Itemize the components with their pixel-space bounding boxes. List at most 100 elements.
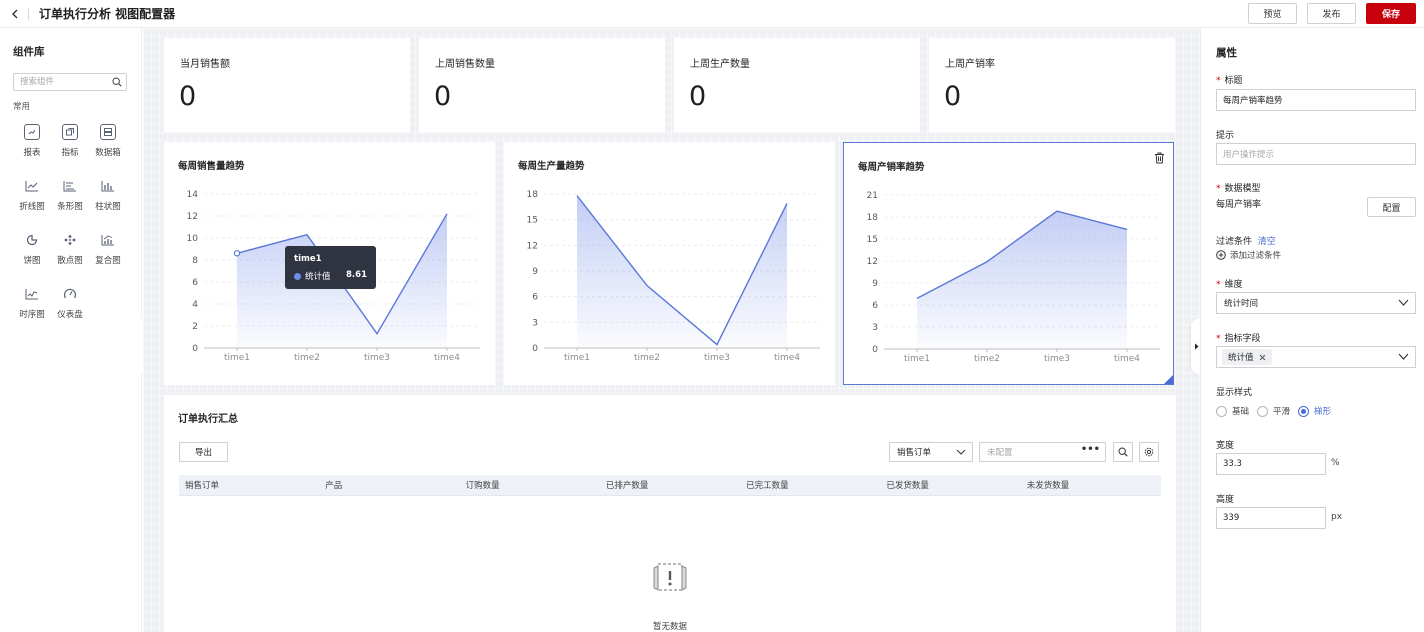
table-settings-button[interactable] <box>1139 442 1159 462</box>
component-hbar-chart[interactable]: 条形图 <box>51 172 89 218</box>
caret-right-icon <box>1194 343 1198 349</box>
radio-label: 基础 <box>1232 407 1250 417</box>
component-gauge[interactable]: 仪表盘 <box>51 280 89 326</box>
radio-circle <box>1216 405 1227 417</box>
production-trend-chart: 0 3 6 9 12 15 18 time1 time2 time3 time4 <box>527 190 820 363</box>
config-placeholder: 未配置 <box>987 448 1013 458</box>
kpi-card[interactable]: 上周生产数量 0 <box>674 38 920 132</box>
chart-card-production[interactable]: 每周生产量趋势 0 3 6 9 12 15 18 time1 time2 time3 time4 <box>504 142 835 385</box>
component-search-input[interactable] <box>14 74 109 90</box>
component-label: 柱状图 <box>95 202 121 212</box>
sidebar-title: 组件库 <box>13 46 45 58</box>
x-tick-label: time1 <box>564 353 590 363</box>
export-button[interactable]: 导出 <box>179 442 228 462</box>
resize-handle[interactable] <box>1164 375 1173 384</box>
kpi-value: 0 <box>434 81 452 112</box>
component-indicator[interactable]: 指标 <box>51 118 89 164</box>
timeseries-chart-icon <box>24 286 40 302</box>
style-basic-radio[interactable]: 基础 <box>1216 405 1249 417</box>
preview-button[interactable]: 预览 <box>1248 3 1297 24</box>
order-summary-table-card[interactable]: 订单执行汇总 导出 销售订单 未配置 ••• 销售订单 产品 订购数量 已排产数… <box>164 395 1176 632</box>
metric-select[interactable]: 统计值 <box>1216 346 1416 368</box>
style-trapezoid-radio[interactable]: 梯形 <box>1298 405 1331 417</box>
dimension-select[interactable]: 统计时间 <box>1216 292 1416 314</box>
height-input[interactable]: 339 <box>1216 507 1326 529</box>
trash-icon[interactable] <box>1154 152 1165 167</box>
component-label: 仪表盘 <box>57 310 83 320</box>
search-icon[interactable] <box>112 77 122 90</box>
combo-chart-icon <box>100 232 116 248</box>
kpi-card[interactable]: 上周销售数量 0 <box>419 38 665 132</box>
component-search <box>13 73 127 91</box>
back-icon[interactable] <box>8 7 22 21</box>
component-label: 时序图 <box>19 310 45 320</box>
filter-label-text: 过滤条件 <box>1216 237 1253 247</box>
component-bar-chart[interactable]: 柱状图 <box>89 172 127 218</box>
section-common: 常用 <box>13 102 31 112</box>
page-title: 订单执行分析 视图配置器 <box>39 7 176 21</box>
kpi-card[interactable]: 上周产销率 0 <box>929 38 1175 132</box>
component-label: 报表 <box>23 148 41 158</box>
y-tick-label: 9 <box>532 267 538 277</box>
table-search-button[interactable] <box>1113 442 1133 462</box>
y-tick-label: 18 <box>527 190 539 200</box>
component-label: 数据箱 <box>95 148 121 158</box>
tooltip-value: 8.61 <box>346 270 367 280</box>
metric-tag: 统计值 <box>1222 349 1272 365</box>
style-smooth-radio[interactable]: 平滑 <box>1257 405 1290 417</box>
header-actions: 预览 发布 保存 <box>1248 3 1416 24</box>
indicator-icon <box>62 124 78 140</box>
y-tick-label: 2 <box>192 322 198 332</box>
order-type-select[interactable]: 销售订单 <box>889 442 973 462</box>
close-icon[interactable] <box>1259 354 1266 361</box>
x-tick-label: time3 <box>1044 354 1070 364</box>
component-report[interactable]: 报表 <box>13 118 51 164</box>
table-column-header: 已完工数量 <box>746 481 789 491</box>
title-field-label: * 标题 <box>1216 73 1243 86</box>
hint-input[interactable]: 用户操作提示 <box>1216 143 1416 165</box>
y-tick-label: 3 <box>872 323 878 333</box>
x-tick-label: time4 <box>1114 354 1140 364</box>
kpi-card[interactable]: 当月销售额 0 <box>164 38 410 132</box>
config-button[interactable]: 配置 <box>1367 197 1416 217</box>
kpi-label: 上周销售数量 <box>435 59 495 70</box>
tooltip-label: 统计值 <box>305 272 331 282</box>
publish-button[interactable]: 发布 <box>1307 3 1356 24</box>
chevron-down-icon <box>956 449 966 455</box>
series-area <box>917 211 1127 349</box>
chart-card-sell-through[interactable]: 每周产销率趋势 0 3 6 9 12 15 18 21 time1 time2 time3 time4 <box>843 142 1174 385</box>
y-tick-label: 0 <box>532 344 538 354</box>
empty-state-text: 暂无数据 <box>652 622 687 632</box>
panel-title: 属性 <box>1216 47 1237 59</box>
component-line-chart[interactable]: 折线图 <box>13 172 51 218</box>
line-chart-icon <box>24 178 40 194</box>
kpi-label: 上周产销率 <box>945 59 995 70</box>
y-tick-label: 15 <box>527 216 538 226</box>
more-icon[interactable]: ••• <box>1081 444 1100 455</box>
component-combo-chart[interactable]: 复合图 <box>89 226 127 272</box>
config-field[interactable]: 未配置 ••• <box>979 442 1106 462</box>
title-input[interactable]: 每周产销率趋势 <box>1216 89 1416 111</box>
design-canvas: 当月销售额 0 上周销售数量 0 上周生产数量 0 上周产销率 0 每周销售量趋… <box>143 28 1200 632</box>
height-unit: px <box>1331 512 1343 522</box>
x-tick-label: time2 <box>974 354 1000 364</box>
data-model-label-text: 数据模型 <box>1224 184 1261 194</box>
component-timeseries-chart[interactable]: 时序图 <box>13 280 51 326</box>
y-tick-label: 6 <box>872 301 878 311</box>
table-column-header: 订购数量 <box>465 481 500 491</box>
y-tick-label: 12 <box>867 257 878 267</box>
clear-filter-link[interactable]: 清空 <box>1258 237 1276 247</box>
save-button[interactable]: 保存 <box>1366 3 1416 24</box>
component-label: 散点图 <box>57 256 83 266</box>
y-tick-label: 12 <box>187 212 198 222</box>
component-pie-chart[interactable]: 饼图 <box>13 226 51 272</box>
add-filter-button[interactable]: 添加过滤条件 <box>1216 249 1281 261</box>
y-tick-label: 6 <box>192 278 198 288</box>
component-scatter-chart[interactable]: 散点图 <box>51 226 89 272</box>
chart-card-sales[interactable]: 每周销售量趋势 0 2 4 6 8 10 12 14 time1 time2 time3 time4 … <box>164 142 495 385</box>
width-input[interactable]: 33.3 <box>1216 453 1326 475</box>
required-mark: * <box>1216 334 1221 344</box>
y-tick-label: 0 <box>192 344 198 354</box>
filter-label: 过滤条件 清空 <box>1216 234 1276 247</box>
component-databox[interactable]: 数据箱 <box>89 118 127 164</box>
